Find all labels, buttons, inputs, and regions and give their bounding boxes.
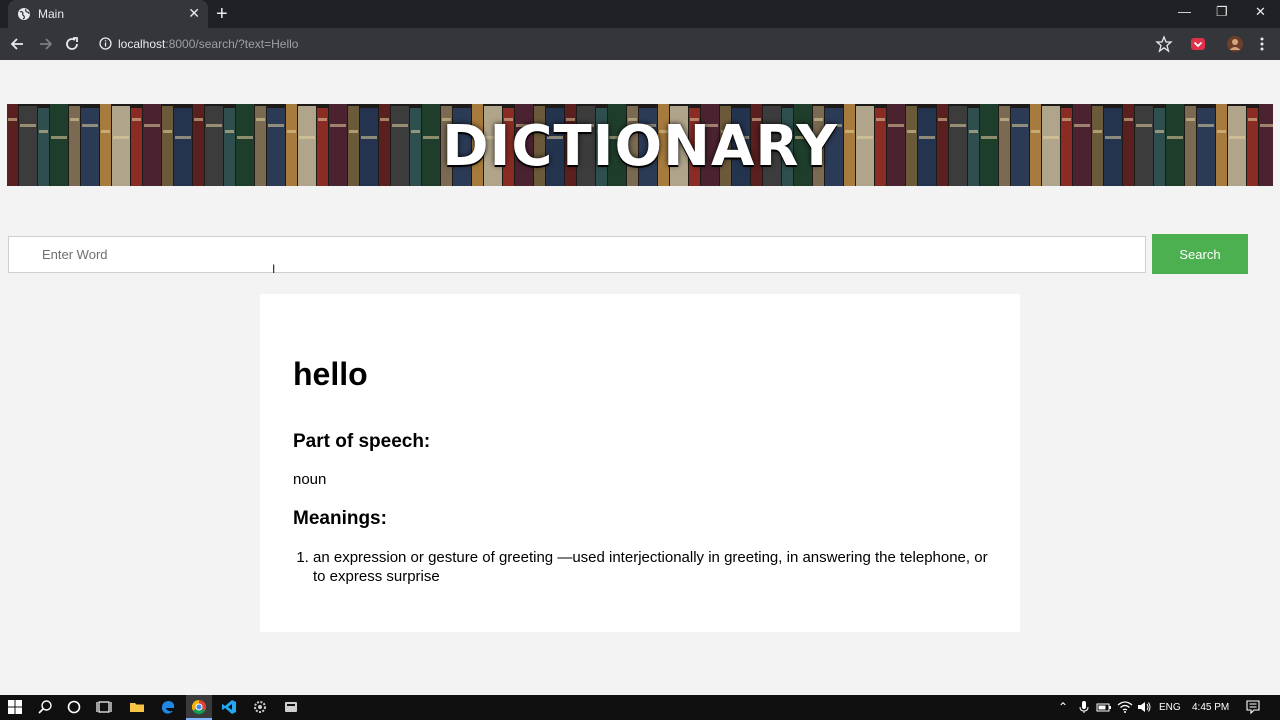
- reload-icon[interactable]: [62, 34, 82, 54]
- browser-tab-strip: Main ✕ + — ❐ ✕: [0, 0, 1280, 28]
- meanings-list: an expression or gesture of greeting —us…: [313, 548, 993, 586]
- maximize-button[interactable]: ❐: [1216, 4, 1228, 20]
- edge-browser-icon[interactable]: [160, 699, 176, 715]
- back-arrow-icon[interactable]: [8, 34, 28, 54]
- cortana-icon[interactable]: [66, 699, 82, 715]
- wifi-icon[interactable]: [1117, 699, 1133, 715]
- microphone-icon[interactable]: [1076, 699, 1092, 715]
- meanings-heading: Meanings:: [293, 508, 387, 529]
- pocket-extension-icon[interactable]: [1189, 35, 1207, 53]
- part-of-speech-value: noun: [293, 471, 327, 488]
- info-icon[interactable]: [99, 37, 112, 50]
- globe-icon: [18, 8, 30, 20]
- part-of-speech-heading: Part of speech:: [293, 431, 431, 452]
- word-title: hello: [293, 356, 368, 392]
- chrome-icon: [191, 699, 206, 715]
- address-bar[interactable]: localhost:8000/search/?text=Hello: [118, 37, 298, 51]
- search-input[interactable]: [8, 236, 1146, 273]
- vscode-icon[interactable]: [221, 699, 237, 715]
- action-center-icon[interactable]: [1245, 699, 1261, 715]
- header-banner: DICTIONARY: [7, 104, 1273, 186]
- windows-taskbar: ⌃ ENG 4:45 PM: [0, 695, 1280, 720]
- meaning-item: an expression or gesture of greeting —us…: [313, 548, 993, 586]
- tab-title: Main: [38, 7, 65, 21]
- forward-arrow-icon[interactable]: [35, 34, 55, 54]
- battery-icon[interactable]: [1096, 699, 1112, 715]
- settings-gear-icon[interactable]: [252, 699, 268, 715]
- url-host: localhost: [118, 37, 166, 51]
- menu-kebab-icon[interactable]: [1253, 35, 1271, 53]
- close-tab-icon[interactable]: ✕: [188, 5, 200, 22]
- volume-icon[interactable]: [1136, 699, 1152, 715]
- search-button[interactable]: Search: [1152, 234, 1248, 274]
- banner-title: DICTIONARY: [442, 114, 838, 179]
- show-hidden-icons-chevron-icon[interactable]: ⌃: [1058, 700, 1068, 714]
- browser-toolbar: localhost:8000/search/?text=Hello: [0, 28, 1280, 60]
- windows-start-icon[interactable]: [7, 699, 23, 715]
- close-window-button[interactable]: ✕: [1255, 4, 1266, 20]
- browser-tab[interactable]: Main ✕: [8, 0, 208, 28]
- page-content: DICTIONARY Search I hello Part of speech…: [0, 60, 1280, 695]
- file-explorer-icon[interactable]: [129, 699, 145, 715]
- app-icon[interactable]: [283, 699, 299, 715]
- new-tab-button[interactable]: +: [216, 3, 228, 26]
- profile-avatar-icon[interactable]: [1226, 35, 1244, 53]
- bookmark-star-icon[interactable]: [1155, 35, 1173, 53]
- url-path: :8000/search/?text=Hello: [165, 37, 299, 51]
- definition-card: hello Part of speech: noun Meanings: an …: [260, 294, 1020, 632]
- search-icon[interactable]: [37, 699, 53, 715]
- text-cursor-icon: I: [272, 262, 276, 276]
- minimize-button[interactable]: —: [1178, 4, 1191, 19]
- taskbar-active-chrome[interactable]: [186, 695, 212, 720]
- clock-time[interactable]: 4:45 PM: [1192, 702, 1229, 713]
- language-indicator[interactable]: ENG: [1159, 702, 1181, 713]
- task-view-icon[interactable]: [96, 699, 112, 715]
